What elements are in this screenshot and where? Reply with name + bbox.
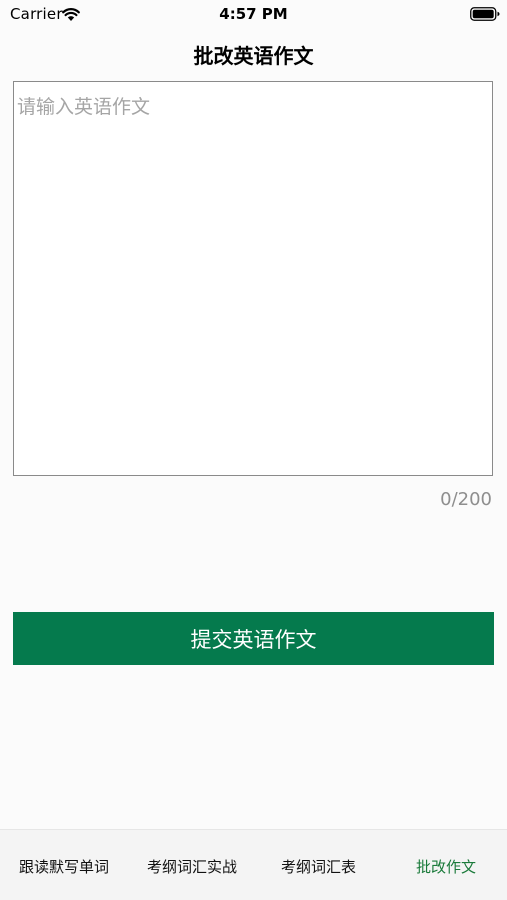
- tab-syllabus-vocabulary[interactable]: 考纲词汇表: [281, 856, 356, 877]
- character-counter: 0/200: [440, 489, 492, 510]
- battery-icon: [470, 7, 500, 21]
- submit-essay-button[interactable]: 提交英语作文: [13, 612, 494, 665]
- tab-syllabus-practice[interactable]: 考纲词汇实战: [147, 856, 237, 877]
- status-bar: Carrier 4:57 PM: [0, 0, 507, 28]
- tab-follow-dictation[interactable]: 跟读默写单词: [19, 856, 109, 877]
- page-title: 批改英语作文: [193, 44, 314, 68]
- clock: 4:57 PM: [219, 5, 288, 23]
- essay-placeholder: 请输入英语作文: [17, 96, 151, 118]
- essay-input[interactable]: 请输入英语作文: [13, 81, 493, 476]
- tab-essay-correction[interactable]: 批改作文: [416, 856, 476, 877]
- tab-bar: 跟读默写单词 考纲词汇实战 考纲词汇表 批改作文: [0, 829, 507, 900]
